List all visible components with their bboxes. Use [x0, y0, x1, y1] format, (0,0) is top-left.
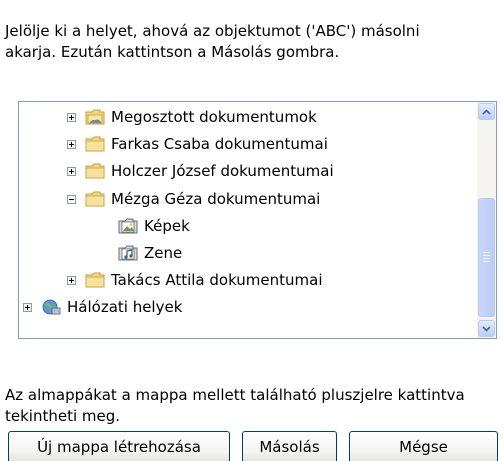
- tree-item-label: Megosztott dokumentumok: [111, 108, 317, 126]
- music-folder-icon: [118, 245, 138, 261]
- tree-item-mezga-geza-dokumentumai[interactable]: Mézga Géza dokumentumai: [67, 187, 320, 211]
- copy-button[interactable]: Másolás: [242, 431, 337, 461]
- expand-plus-icon[interactable]: [67, 166, 76, 176]
- network-places-icon: [42, 299, 61, 315]
- scroll-down-button[interactable]: [478, 320, 495, 337]
- folder-open-icon: [85, 191, 105, 207]
- tree-item-label: Hálózati helyek: [67, 298, 183, 316]
- grip-line: [483, 258, 490, 259]
- chevron-up-icon: [482, 108, 491, 115]
- tree-item-farkas-csaba-dokumentumai[interactable]: Farkas Csaba dokumentumai: [67, 132, 328, 156]
- folder-icon: [85, 272, 105, 288]
- tree-item-kepek[interactable]: Képek: [118, 214, 190, 238]
- tree-item-halozati-helyek[interactable]: Hálózati helyek: [23, 295, 182, 319]
- instruction-text: Jelölje ki a helyet, ahová az objektumot…: [5, 22, 420, 61]
- tree-item-label: Képek: [144, 217, 190, 235]
- grip-line: [483, 255, 490, 256]
- scroll-up-button[interactable]: [478, 103, 495, 120]
- chevron-down-icon: [482, 325, 491, 332]
- grip-line: [483, 261, 490, 262]
- folder-icon: [85, 136, 105, 152]
- new-folder-button[interactable]: Új mappa létrehozása: [8, 431, 230, 461]
- tree-item-label: Mézga Géza dokumentumai: [111, 190, 321, 208]
- tree-item-label: Zene: [144, 244, 183, 262]
- scroll-thumb[interactable]: [478, 198, 495, 317]
- expand-plus-icon[interactable]: [67, 275, 76, 285]
- shared-folder-icon: [85, 109, 105, 125]
- pictures-folder-icon: [118, 218, 138, 234]
- hint-text: Az almappákat a mappa mellett található …: [5, 386, 465, 425]
- collapse-minus-icon[interactable]: [67, 194, 76, 204]
- folder-tree[interactable]: Megosztott dokumentumok Farkas Csaba dok…: [18, 101, 497, 339]
- grip-line: [483, 252, 490, 253]
- tree-item-takacs-attila-dokumentumai[interactable]: Takács Attila dokumentumai: [67, 268, 323, 292]
- tree-item-label: Holczer József dokumentumai: [111, 162, 334, 180]
- vertical-scrollbar[interactable]: [477, 102, 496, 338]
- tree-item-holczer-jozsef-dokumentumai[interactable]: Holczer József dokumentumai: [67, 159, 334, 183]
- tree-item-zene[interactable]: Zene: [118, 241, 182, 265]
- tree-item-label: Farkas Csaba dokumentumai: [111, 135, 328, 153]
- expand-plus-icon[interactable]: [67, 112, 76, 122]
- expand-plus-icon[interactable]: [67, 139, 76, 149]
- expand-plus-icon[interactable]: [23, 302, 32, 312]
- folder-icon: [85, 163, 105, 179]
- tree-item-label: Takács Attila dokumentumai: [111, 271, 323, 289]
- tree-item-megosztott-dokumentumok[interactable]: Megosztott dokumentumok: [67, 105, 317, 129]
- cancel-button[interactable]: Mégse: [349, 431, 498, 461]
